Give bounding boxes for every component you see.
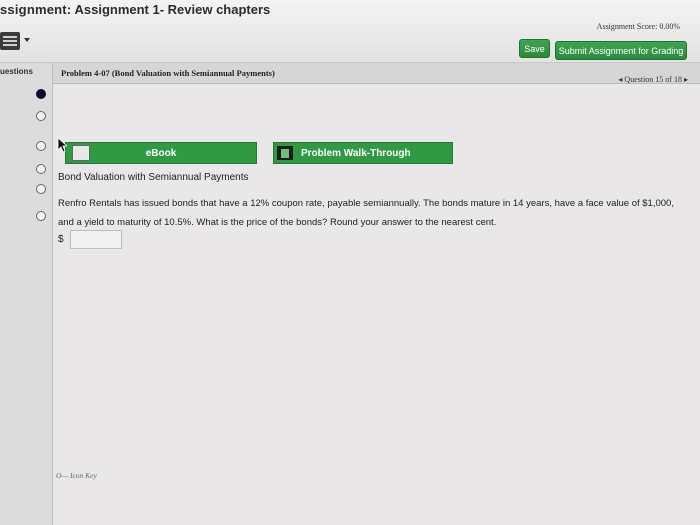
question-navigator[interactable]: ◂ Question 15 of 18 ▸ [618,75,688,84]
questions-label: uestions [0,67,33,76]
save-button[interactable]: Save [519,39,550,58]
menu-icon[interactable] [0,32,20,50]
question-indicator[interactable] [36,184,46,194]
question-indicator-current[interactable] [36,89,46,99]
currency-symbol: $ [58,234,64,245]
question-indicator[interactable] [36,141,46,151]
problem-content: eBook Problem Walk-Through Bond Valuatio… [53,84,700,525]
top-bar: ssignment: Assignment 1- Review chapters… [0,0,700,63]
assignment-title-name: Assignment 1- Review chapters [74,2,271,17]
question-indicator[interactable] [36,211,46,221]
problem-heading: Bond Valuation with Semiannual Payments [58,172,249,183]
problem-header: Problem 4-07 (Bond Valuation with Semian… [53,63,700,84]
book-icon [72,145,90,161]
answer-input[interactable] [70,230,122,249]
icon-key-link[interactable]: O— Icon Key [56,471,97,480]
walkthrough-tab[interactable]: Problem Walk-Through [273,142,453,164]
assignment-title-prefix: ssignment: [0,2,72,17]
ebook-tab[interactable]: eBook [65,142,257,164]
submit-assignment-button[interactable]: Submit Assignment for Grading [555,41,687,60]
assignment-score: Assignment Score: 0.00% [596,22,680,31]
walkthrough-label: Problem Walk-Through [301,147,411,159]
assignment-title: ssignment: Assignment 1- Review chapters [0,2,270,17]
problem-title: Problem 4-07 (Bond Valuation with Semian… [61,68,275,78]
questions-sidebar: uestions [0,63,53,525]
question-indicator[interactable] [36,111,46,121]
chevron-down-icon[interactable] [24,38,30,42]
ebook-label: eBook [145,147,177,159]
problem-text: Renfro Rentals has issued bonds that hav… [58,198,674,228]
mouse-cursor-icon [57,137,67,153]
video-icon [277,146,293,160]
question-indicator[interactable] [36,164,46,174]
